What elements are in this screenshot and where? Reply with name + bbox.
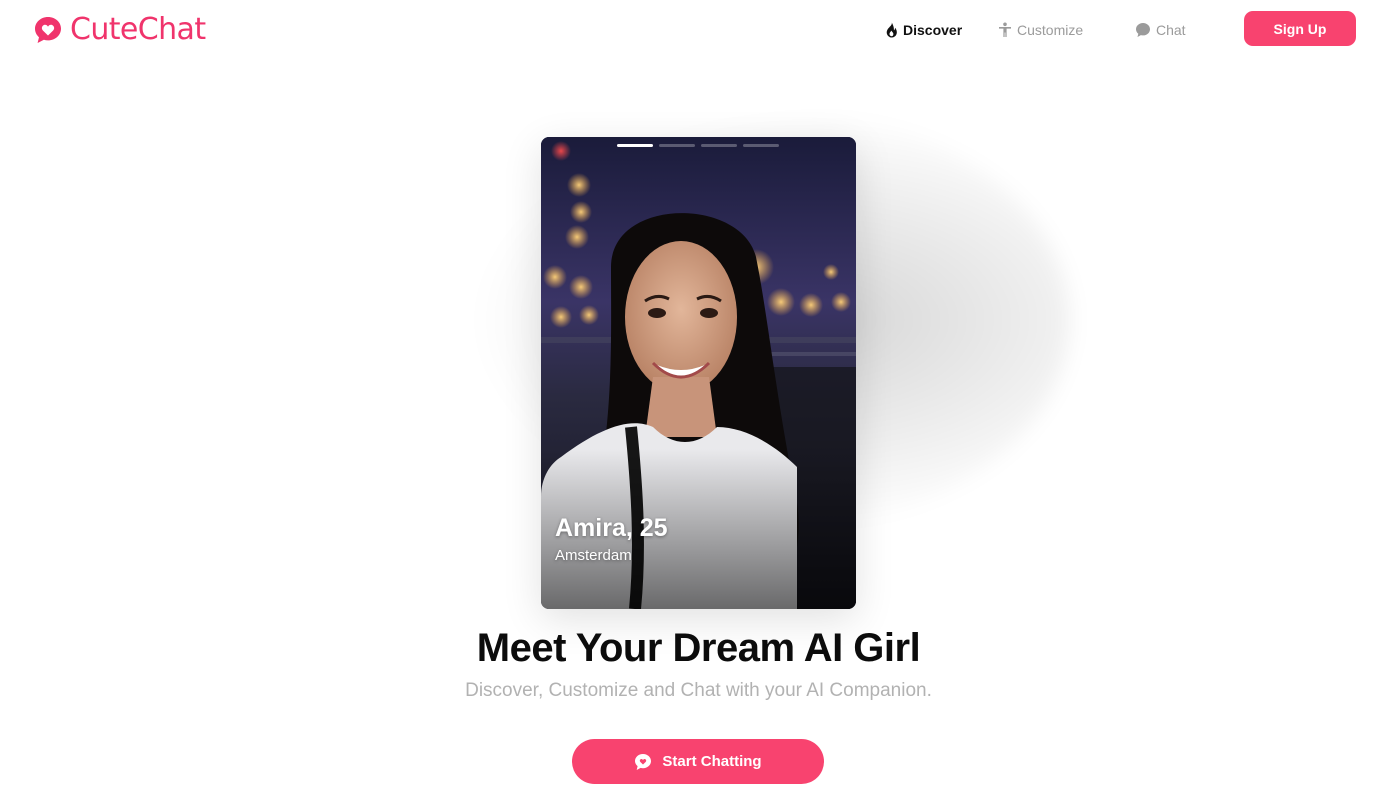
progress-segment (617, 144, 653, 147)
chat-bubble-icon (635, 753, 652, 770)
nav-item-chat[interactable]: Chat (1135, 18, 1186, 42)
start-chatting-button[interactable]: Start Chatting (572, 739, 824, 784)
progress-segment (659, 144, 695, 147)
progress-segment (701, 144, 737, 147)
heart-chat-icon (35, 16, 61, 43)
profile-city: Amsterdam (555, 547, 632, 564)
flame-icon (886, 22, 897, 38)
photo-progress (617, 144, 779, 147)
landing-page: CuteChat Discover Customize Chat Sign Up (0, 0, 1397, 795)
nav-item-discover[interactable]: Discover (885, 18, 962, 42)
nav-label-chat: Chat (1156, 22, 1186, 38)
nav-label-customize: Customize (1017, 22, 1084, 38)
profile-card[interactable]: Amira, 25 Amsterdam (541, 137, 856, 609)
profile-name-age: Amira, 25 (555, 514, 668, 542)
page-subheadline: Discover, Customize and Chat with your A… (465, 680, 932, 701)
person-icon (999, 22, 1011, 37)
sign-up-button[interactable]: Sign Up (1244, 11, 1356, 46)
start-chatting-label: Start Chatting (662, 753, 762, 770)
nav-label-discover: Discover (903, 22, 963, 38)
nav-item-customize[interactable]: Customize (998, 18, 1083, 42)
brand-logo[interactable]: CuteChat (32, 12, 206, 47)
chat-bubble-icon (1136, 23, 1150, 37)
progress-segment (743, 144, 779, 147)
brand-name: CuteChat (70, 12, 206, 47)
page-headline: Meet Your Dream AI Girl (476, 626, 921, 670)
